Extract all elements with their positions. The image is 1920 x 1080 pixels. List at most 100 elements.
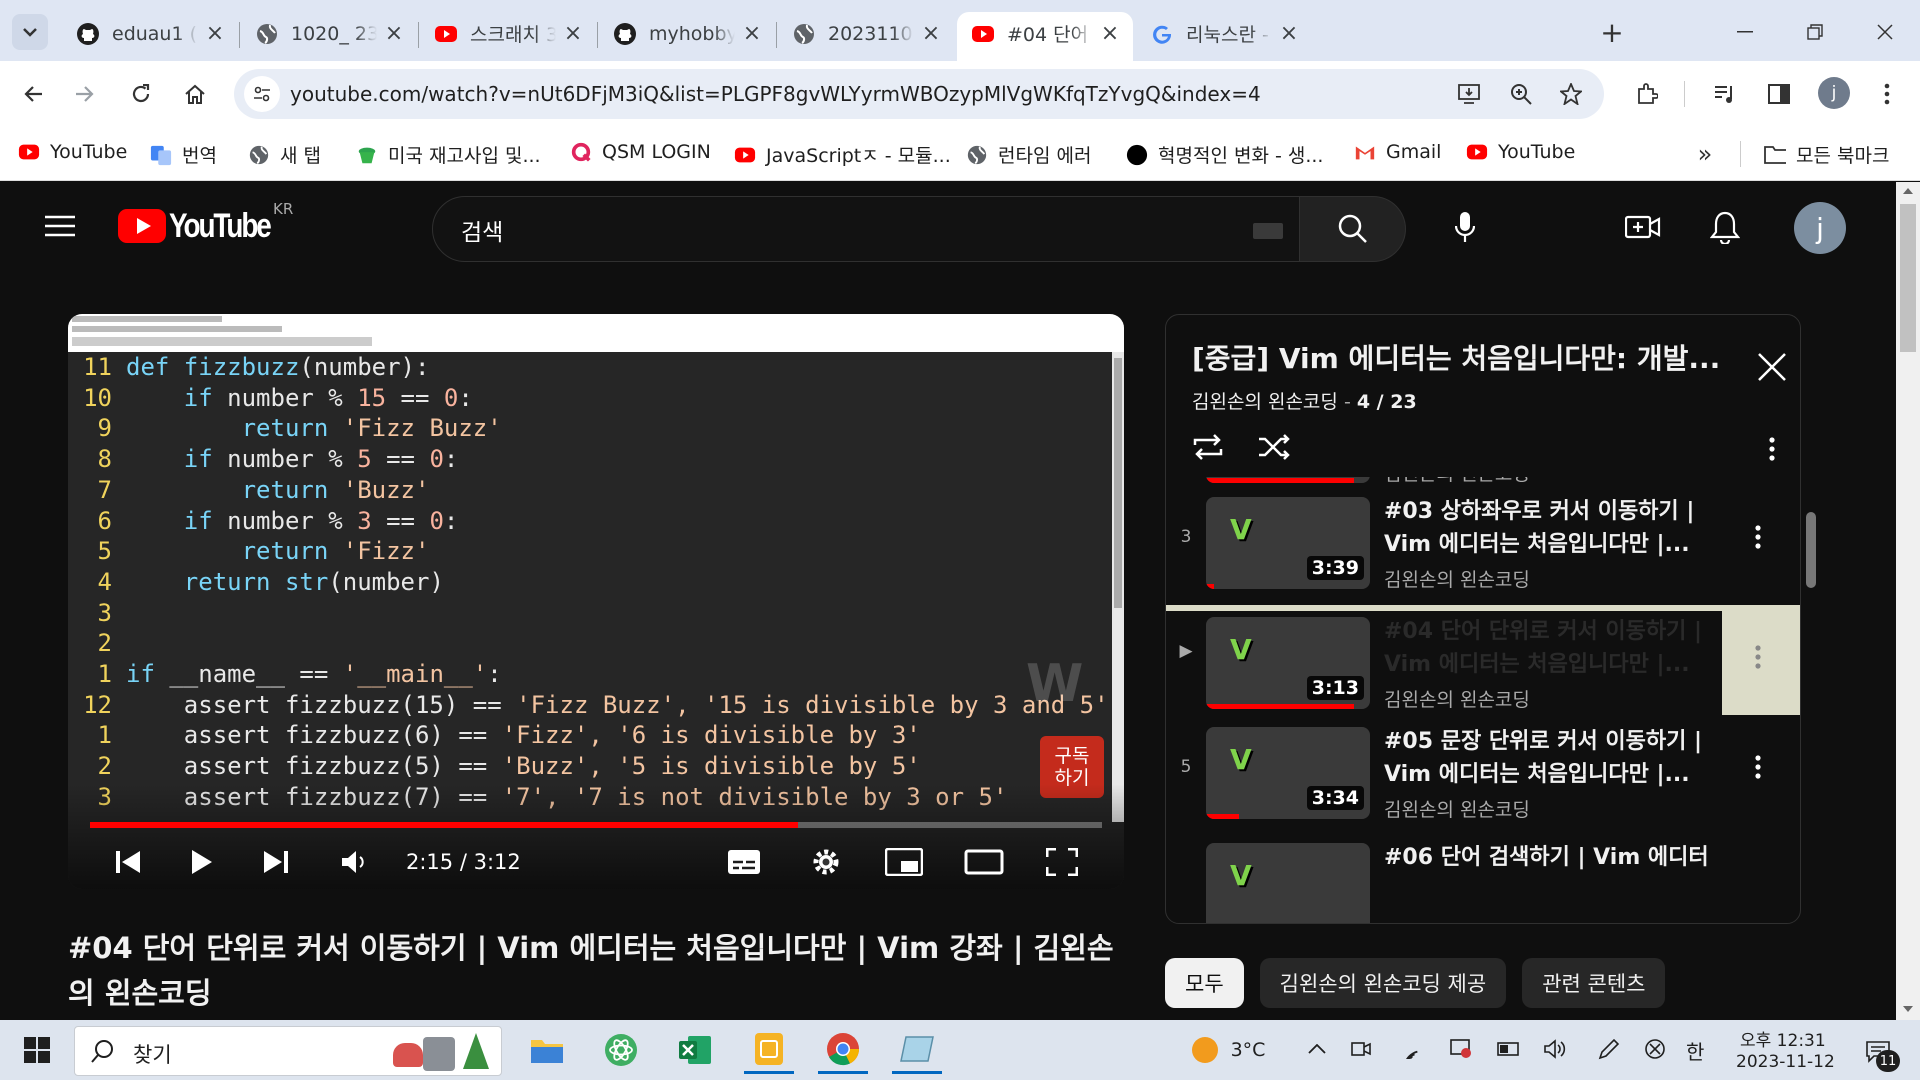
tab-close-button[interactable]: × [741,22,763,45]
chrome-app[interactable] [818,1026,868,1074]
ime-indicator[interactable]: 한 [1686,1036,1704,1065]
back-button[interactable] [14,75,52,113]
notifications-button[interactable] [1700,204,1750,250]
tab-close-button[interactable]: × [204,22,226,45]
playlist-item[interactable]: V #06 단어 검색하기 | Vim 에디터 [1166,837,1800,923]
playlist-item-title[interactable]: #04 단어 단위로 커서 이동하기 | Vim 에디터는 처음입니다만 |..… [1384,615,1724,681]
wifi-tray-icon[interactable] [1396,1034,1426,1064]
page-scrollbar[interactable] [1896,182,1920,1020]
play-button[interactable] [184,844,220,880]
playlist-item-title[interactable]: #06 단어 검색하기 | Vim 에디터 [1384,841,1724,874]
file-explorer-app[interactable] [522,1028,572,1072]
loop-playlist-button[interactable] [1188,427,1228,467]
notification-center-button[interactable]: 11 [1858,1032,1900,1072]
video-player[interactable]: 11 def fizzbuzz(number): 10 if number % 15… [68,314,1124,889]
voice-search-button[interactable] [1440,202,1490,252]
monitor-tray-icon[interactable] [1446,1034,1476,1064]
address-bar[interactable]: youtube.com/watch?v=nUt6DFjM3iQ&list=PLG… [234,69,1604,119]
keyboard-icon[interactable] [1253,223,1283,239]
playlist-item-menu-button[interactable] [1746,637,1770,677]
weather-widget[interactable]: 3°C [1180,1030,1276,1070]
minimize-button[interactable] [1720,14,1770,50]
volume-tray-icon[interactable] [1540,1034,1570,1064]
playlist-item[interactable]: 5 V 3:34 #05 문장 단위로 커서 이동하기 | Vim 에디터는 처음입니… [1166,721,1800,831]
paint-app[interactable] [892,1026,942,1074]
youtube-logo[interactable]: YouTube KR [118,200,293,246]
tab-close-button[interactable]: × [383,22,405,45]
playlist-item-menu-button[interactable] [1746,747,1770,787]
subtitles-button[interactable] [724,844,764,880]
previous-video-button[interactable] [110,844,146,880]
bookmark-item[interactable]: 미국 재고사입 및... [356,141,541,168]
close-playlist-button[interactable] [1752,347,1792,387]
mute-button[interactable] [336,844,372,880]
show-hidden-icons-button[interactable] [1302,1034,1332,1064]
tab-close-button[interactable]: × [920,22,942,45]
playlist-item-menu-button[interactable] [1746,517,1770,557]
video-progress-bar[interactable] [90,822,1102,828]
playlist-thumbnail[interactable]: V 3:39 [1206,497,1370,589]
playlist-thumbnail[interactable]: V3:15 [1206,477,1370,483]
install-app-button[interactable] [1454,79,1484,109]
battery-tray-icon[interactable] [1494,1034,1524,1064]
tab-close-button[interactable]: × [562,22,584,45]
excel-app[interactable] [670,1028,720,1072]
account-avatar[interactable]: j [1794,202,1846,254]
create-button[interactable] [1618,204,1668,250]
bookmark-item[interactable]: JavaScriptㅈ - 모듈... [734,141,951,168]
side-panel-button[interactable] [1762,77,1796,111]
playlist-item-title[interactable]: #05 문장 단위로 커서 이동하기 | Vim 에디터는 처음입니다만 |..… [1384,725,1724,791]
shuffle-playlist-button[interactable] [1254,427,1294,467]
bookmark-item[interactable]: Gmail [1354,141,1441,163]
close-window-button[interactable] [1860,14,1910,50]
home-button[interactable] [176,75,214,113]
fullscreen-button[interactable] [1042,844,1082,880]
playlist-menu-button[interactable] [1752,429,1792,469]
bookmark-item[interactable]: YouTube [1466,141,1575,163]
browser-tab[interactable]: 리눅스란 - Google × [1136,12,1312,61]
guide-menu-button[interactable] [38,204,82,248]
all-bookmarks-folder[interactable]: 모든 북마크 [1764,141,1889,168]
site-info-button[interactable] [244,76,280,112]
forward-button[interactable] [66,75,104,113]
media-control-button[interactable] [1708,77,1742,111]
atom-app[interactable] [596,1028,646,1072]
filter-chip[interactable]: 관련 콘텐츠 [1522,958,1666,1008]
browser-tab[interactable]: 1020_ 2345.html × [241,12,417,61]
browser-tab[interactable]: 20231106073 × [778,12,954,61]
browser-tab[interactable]: 스크래치 3.0 - YouTube × [420,12,596,61]
filter-chip[interactable]: 모두 [1165,958,1244,1008]
search-button[interactable] [1300,196,1406,262]
clock-time[interactable]: 오후 12:31 [1740,1026,1826,1051]
start-button[interactable] [14,1032,60,1068]
clock-date[interactable]: 2023-11-12 [1736,1052,1835,1072]
browser-tab[interactable]: eduau1 (eduau1) × [62,12,238,61]
bookmark-star-button[interactable] [1556,79,1586,109]
search-box[interactable]: 검색 [432,196,1300,262]
page-scrollbar-thumb[interactable] [1900,204,1916,352]
camera-tray-icon[interactable] [1346,1034,1376,1064]
bookmark-item[interactable]: QSM LOGIN [570,141,711,163]
url-text[interactable]: youtube.com/watch?v=nUt6DFjM3iQ&list=PLG… [290,82,1261,106]
zoom-button[interactable] [1506,79,1536,109]
scroll-up-arrow-icon[interactable] [1903,188,1913,194]
tab-close-button[interactable]: × [1099,22,1121,45]
extensions-button[interactable] [1630,77,1664,111]
playlist-item[interactable]: ▶ V 3:13 #04 단어 단위로 커서 이동하기 | Vim 에디터는 처음입니… [1166,605,1800,715]
playlist-title[interactable]: [중급] Vim 에디터는 처음입니다만: 개발... [1192,337,1732,377]
notes-app[interactable] [744,1026,794,1074]
browser-tab[interactable]: myhobby1/23 × [599,12,775,61]
filter-chip[interactable]: 김왼손의 왼손코딩 제공 [1259,958,1507,1008]
playlist-scrollbar-thumb[interactable] [1806,512,1816,588]
next-video-button[interactable] [258,844,294,880]
bookmark-item[interactable]: 번역 [150,141,217,168]
settings-button[interactable] [806,844,846,880]
chrome-menu-button[interactable] [1872,77,1902,111]
playlist-channel[interactable]: 김왼손의 왼손코딩 [1192,391,1338,413]
miniplayer-button[interactable] [882,844,926,880]
bookmark-item[interactable]: YouTube [18,141,127,163]
bookmark-item[interactable]: 새 탭 [248,141,321,168]
browser-tab[interactable]: #04 단어 단위로 × [957,12,1133,61]
scroll-down-arrow-icon[interactable] [1903,1006,1913,1012]
search-input[interactable]: 검색 [461,213,503,247]
